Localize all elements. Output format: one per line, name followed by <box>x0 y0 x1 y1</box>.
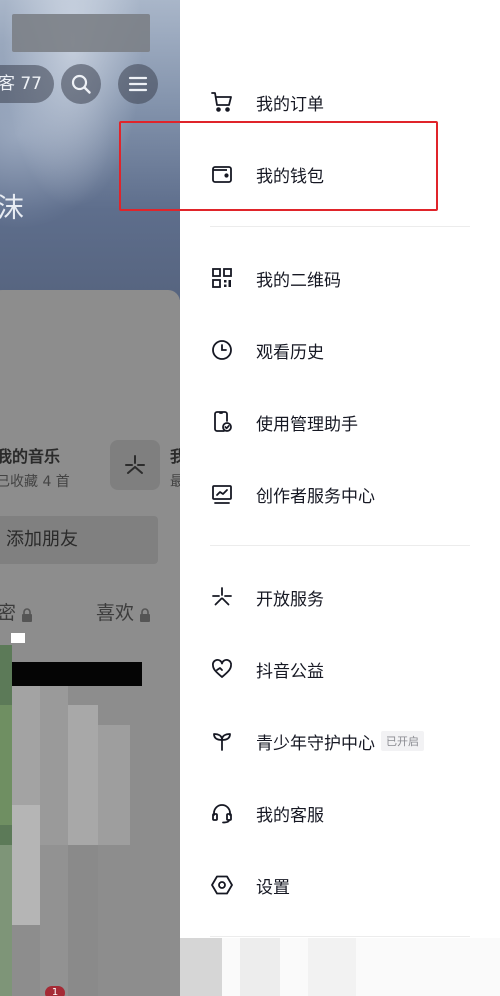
menu-item-qr-code[interactable]: 我的二维码 <box>210 258 470 298</box>
menu-item-usage-manager[interactable]: 使用管理助手 <box>210 402 470 442</box>
shortcut-tile[interactable] <box>180 938 222 996</box>
drawer-bottom-shortcuts <box>180 938 500 996</box>
menu-label: 创作者服务中心 <box>256 486 375 507</box>
tab-private-label: 密 <box>0 602 17 624</box>
menu-label: 我的二维码 <box>256 270 341 291</box>
menu-label: 我的钱包 <box>256 166 324 187</box>
lock-icon <box>139 605 151 622</box>
tab-private[interactable]: 密 <box>0 598 33 625</box>
menu-divider <box>210 226 470 227</box>
menu-label: 设置 <box>256 877 290 898</box>
redacted-username <box>12 14 150 52</box>
clock-icon <box>210 338 234 362</box>
video-thumbnail-mosaic[interactable] <box>0 645 130 996</box>
my-music-title[interactable]: 我的音乐 <box>0 443 60 467</box>
menu-button[interactable] <box>118 64 158 104</box>
profile-page-background: 客 77 沫 我的音乐 已收藏 4 首 我 最 添加朋友 密 喜欢 1 <box>0 0 182 996</box>
chart-monitor-icon <box>210 482 234 506</box>
menu-item-wallet[interactable]: 我的钱包 <box>210 154 470 194</box>
tab-likes-label: 喜欢 <box>96 602 135 624</box>
profile-name-fragment: 沫 <box>0 193 24 224</box>
asterisk-icon <box>125 455 145 474</box>
menu-item-creator-center[interactable]: 创作者服务中心 <box>210 474 470 514</box>
lock-icon <box>21 605 33 622</box>
headset-icon <box>210 801 234 825</box>
heart-hands-icon <box>210 657 234 681</box>
shortcut-tile[interactable] <box>308 938 356 996</box>
my-music-subtitle: 已收藏 4 首 <box>0 474 70 490</box>
menu-item-settings[interactable]: 设置 <box>210 865 470 905</box>
redacted-text-bar <box>12 662 142 686</box>
menu-label: 使用管理助手 <box>256 414 358 435</box>
wallet-icon <box>210 162 234 186</box>
services-tile[interactable] <box>110 440 160 490</box>
search-button[interactable] <box>61 64 101 104</box>
tab-likes[interactable]: 喜欢 <box>96 598 151 625</box>
hamburger-icon <box>128 76 148 92</box>
status-badge: 已开启 <box>381 731 424 751</box>
asterisk-icon <box>210 585 234 609</box>
search-icon <box>71 74 91 94</box>
settings-hexagon-icon <box>210 873 234 897</box>
sprout-icon <box>210 729 234 753</box>
menu-item-watch-history[interactable]: 观看历史 <box>210 330 470 370</box>
menu-label: 开放服务 <box>256 589 324 610</box>
menu-label: 抖音公益 <box>256 661 324 682</box>
menu-divider <box>210 545 470 546</box>
menu-label: 我的订单 <box>256 94 324 115</box>
add-friend-button[interactable]: 添加朋友 <box>0 516 158 564</box>
qr-code-icon <box>210 266 234 290</box>
phone-check-icon <box>210 410 234 434</box>
menu-item-youth-protection[interactable]: 青少年守护中心 已开启 <box>210 721 470 761</box>
cart-icon <box>210 90 234 114</box>
menu-label: 青少年守护中心 <box>256 733 375 754</box>
menu-item-open-services[interactable]: 开放服务 <box>210 577 470 617</box>
menu-item-orders[interactable]: 我的订单 <box>210 82 470 122</box>
menu-divider <box>210 936 470 937</box>
visitor-count-pill[interactable]: 客 77 <box>0 65 54 103</box>
notification-badge: 1 <box>45 986 65 996</box>
white-marker <box>11 633 25 643</box>
side-drawer-menu: 我的订单 我的钱包 我的二维码 观看历史 使用管理助手 创作者服务中心 开放服务… <box>180 0 500 996</box>
shortcut-tile[interactable] <box>240 938 280 996</box>
menu-label: 观看历史 <box>256 342 324 363</box>
menu-label: 我的客服 <box>256 805 324 826</box>
menu-item-customer-service[interactable]: 我的客服 <box>210 793 470 833</box>
menu-item-charity[interactable]: 抖音公益 <box>210 649 470 689</box>
